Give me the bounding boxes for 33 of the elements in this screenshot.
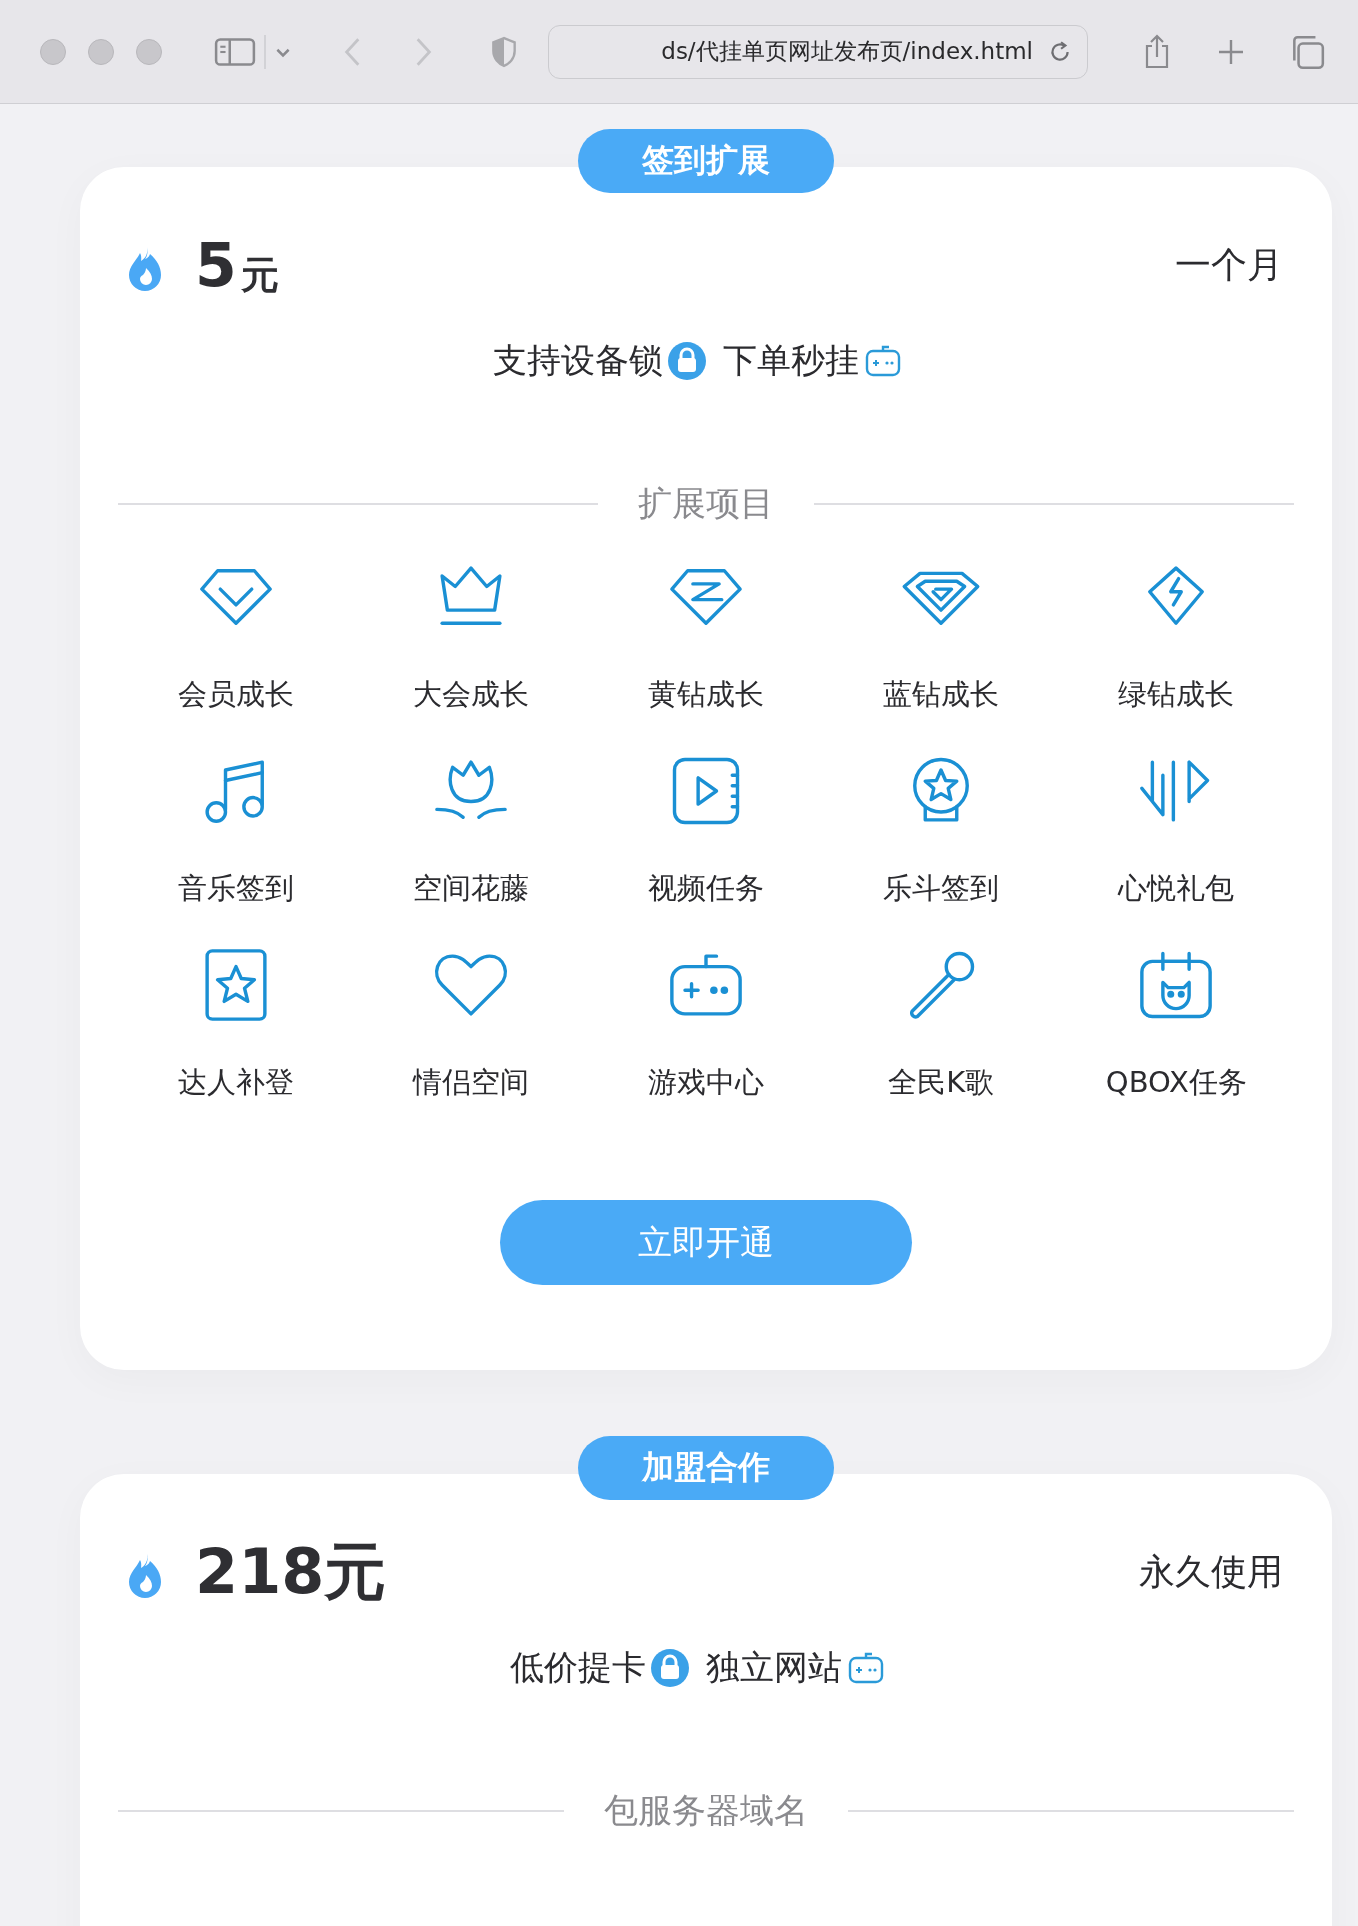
sidebar-icon[interactable] [214,35,256,68]
price-amount: 218元 [195,1534,387,1610]
price-unit: 元 [240,251,279,299]
feature-label: 低价提卡 [510,1646,646,1689]
plan-badge: 加盟合作 [578,1436,834,1500]
feature-label: 独立网站 [706,1646,842,1689]
feature-label: 支持设备锁 [493,339,663,382]
address-bar[interactable]: ds/代挂单页网址发布页/index.html [548,24,1088,79]
item-label: 会员成长 [177,676,294,713]
item-label: 音乐签到 [177,870,294,907]
item-label: 空间花藤 [412,870,529,907]
item-label: 蓝钻成长 [883,676,1000,713]
item-label: QBOX任务 [1105,1064,1247,1101]
item-label: 绿钻成长 [1118,676,1235,713]
item-label: 达人补登 [177,1064,294,1101]
item-label: 大会成长 [412,676,529,713]
feature-label: 下单秒挂 [723,339,859,382]
plan-badge: 签到扩展 [578,129,834,193]
section-title: 扩展项目 [637,482,775,525]
item-label: 心悦礼包 [1118,870,1235,907]
lock-icon [667,341,707,381]
item-label: 视频任务 [648,870,764,907]
item-label: 情侣空间 [412,1064,529,1101]
plan-period: 永久使用 [1139,1549,1283,1594]
shield-icon[interactable] [490,35,518,68]
lock-icon [650,1648,690,1688]
item-label: 乐斗签到 [883,870,1000,907]
item-label: 游戏中心 [648,1064,764,1101]
item-label: 全民K歌 [888,1064,995,1101]
plan-period: 一个月 [1175,242,1283,287]
price-amount: 5 [195,230,237,300]
section-title: 包服务器域名 [603,1789,809,1832]
item-label: 黄钻成长 [648,676,764,713]
